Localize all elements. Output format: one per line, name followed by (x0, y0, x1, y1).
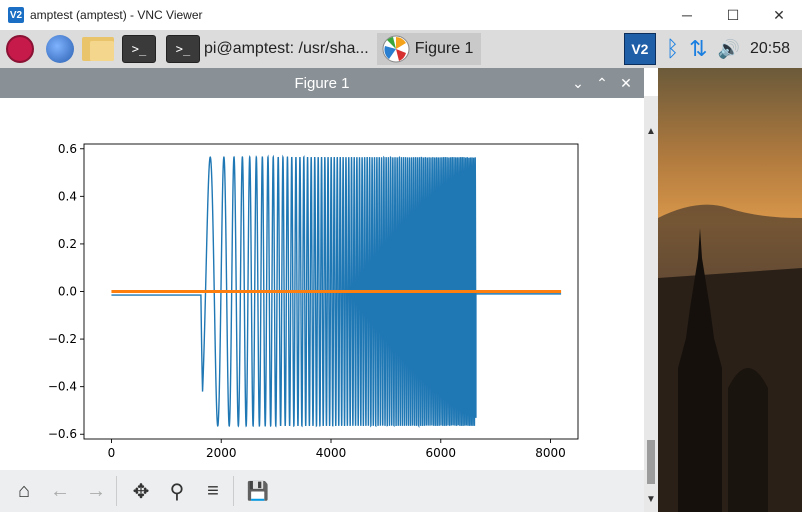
configure-subplots-icon[interactable]: ≡ (197, 475, 229, 507)
task-figure[interactable]: Figure 1 (376, 33, 482, 65)
file-manager-launcher[interactable] (82, 34, 114, 64)
x-tick-label: 6000 (426, 446, 457, 460)
minimize-button[interactable]: ─ (664, 0, 710, 30)
zoom-icon[interactable]: ⚲ (161, 475, 193, 507)
plot-canvas[interactable]: 0 2000 4000 6000 8000 −0.6 −0.4 −0.2 0.0 0.2 0.4 0.… (0, 98, 644, 470)
task-terminal[interactable]: >_ pi@amptest: /usr/sha... (162, 33, 377, 65)
vnc-logo-icon: V2 (8, 7, 24, 23)
y-tick-label: −0.6 (48, 427, 77, 441)
forward-icon[interactable]: → (80, 475, 112, 507)
temple-silhouette (658, 204, 802, 512)
terminal-icon: >_ (122, 35, 156, 63)
y-tick-label: 0.4 (58, 189, 77, 203)
clock[interactable]: 20:58 (750, 33, 790, 65)
desktop-wallpaper (658, 68, 802, 512)
raspberry-menu-button[interactable] (6, 34, 34, 64)
scroll-up-icon[interactable]: ▲ (646, 126, 656, 137)
vnc-window-title: amptest (amptest) - VNC Viewer (30, 8, 203, 22)
y-tick-label: 0.6 (58, 142, 77, 156)
browser-launcher[interactable] (46, 34, 74, 64)
task-label: pi@amptest: /usr/sha... (204, 40, 369, 57)
figure-title: Figure 1 (294, 74, 350, 92)
home-icon[interactable]: ⌂ (8, 475, 40, 507)
figure-titlebar[interactable]: Figure 1 ⌄ ⌃ ✕ (0, 68, 644, 98)
figure-window-controls: ⌄ ⌃ ✕ (566, 68, 638, 98)
vnc-tray-icon[interactable]: V2 (623, 33, 656, 65)
x-tick-label: 0 (108, 446, 116, 460)
raspberry-icon (6, 35, 34, 63)
figure-toolbar: ⌂ ← → ✥ ⚲ ≡ 💾 (0, 470, 644, 512)
matplotlib-icon (382, 35, 410, 63)
terminal-icon: >_ (166, 35, 200, 63)
y-tick-label: 0.0 (58, 285, 77, 299)
toolbar-separator (116, 476, 117, 506)
folder-icon (82, 37, 114, 61)
x-tick-label: 2000 (206, 446, 237, 460)
pan-icon[interactable]: ✥ (125, 475, 157, 507)
x-tick-label: 4000 (316, 446, 347, 460)
maximize-icon[interactable]: ⌃ (590, 75, 614, 92)
terminal-launcher[interactable]: >_ (122, 34, 156, 64)
system-tray: V2 ᛒ ⇅ 🔊 20:58 (619, 30, 802, 68)
y-tick-label: −0.2 (48, 332, 77, 346)
x-tick-label: 8000 (535, 446, 566, 460)
bluetooth-icon[interactable]: ᛒ (666, 33, 679, 65)
scrollbar[interactable]: ▲ ▼ (644, 96, 658, 512)
globe-icon (46, 35, 74, 63)
scrollbar-thumb[interactable] (647, 440, 655, 484)
vnc-titlebar: V2 amptest (amptest) - VNC Viewer ─ ☐ ✕ (0, 0, 802, 31)
minimize-icon[interactable]: ⌄ (566, 75, 590, 92)
y-tick-label: 0.2 (58, 237, 77, 251)
figure-window: Figure 1 ⌄ ⌃ ✕ 0 2000 4000 6000 8000 −0.6 −0.4… (0, 68, 644, 512)
close-icon[interactable]: ✕ (614, 75, 638, 92)
network-icon[interactable]: ⇅ (689, 33, 707, 65)
save-icon[interactable]: 💾 (242, 475, 274, 507)
chart: 0 2000 4000 6000 8000 −0.6 −0.4 −0.2 0.0 0.2 0.4 0.… (48, 142, 579, 460)
scroll-down-icon[interactable]: ▼ (646, 494, 656, 505)
y-tick-label: −0.4 (48, 380, 77, 394)
toolbar-separator (233, 476, 234, 506)
task-label: Figure 1 (414, 40, 474, 57)
close-button[interactable]: ✕ (756, 0, 802, 30)
maximize-button[interactable]: ☐ (710, 0, 756, 30)
window-controls: ─ ☐ ✕ (664, 0, 802, 30)
back-icon[interactable]: ← (44, 475, 76, 507)
volume-icon[interactable]: 🔊 (718, 33, 740, 65)
